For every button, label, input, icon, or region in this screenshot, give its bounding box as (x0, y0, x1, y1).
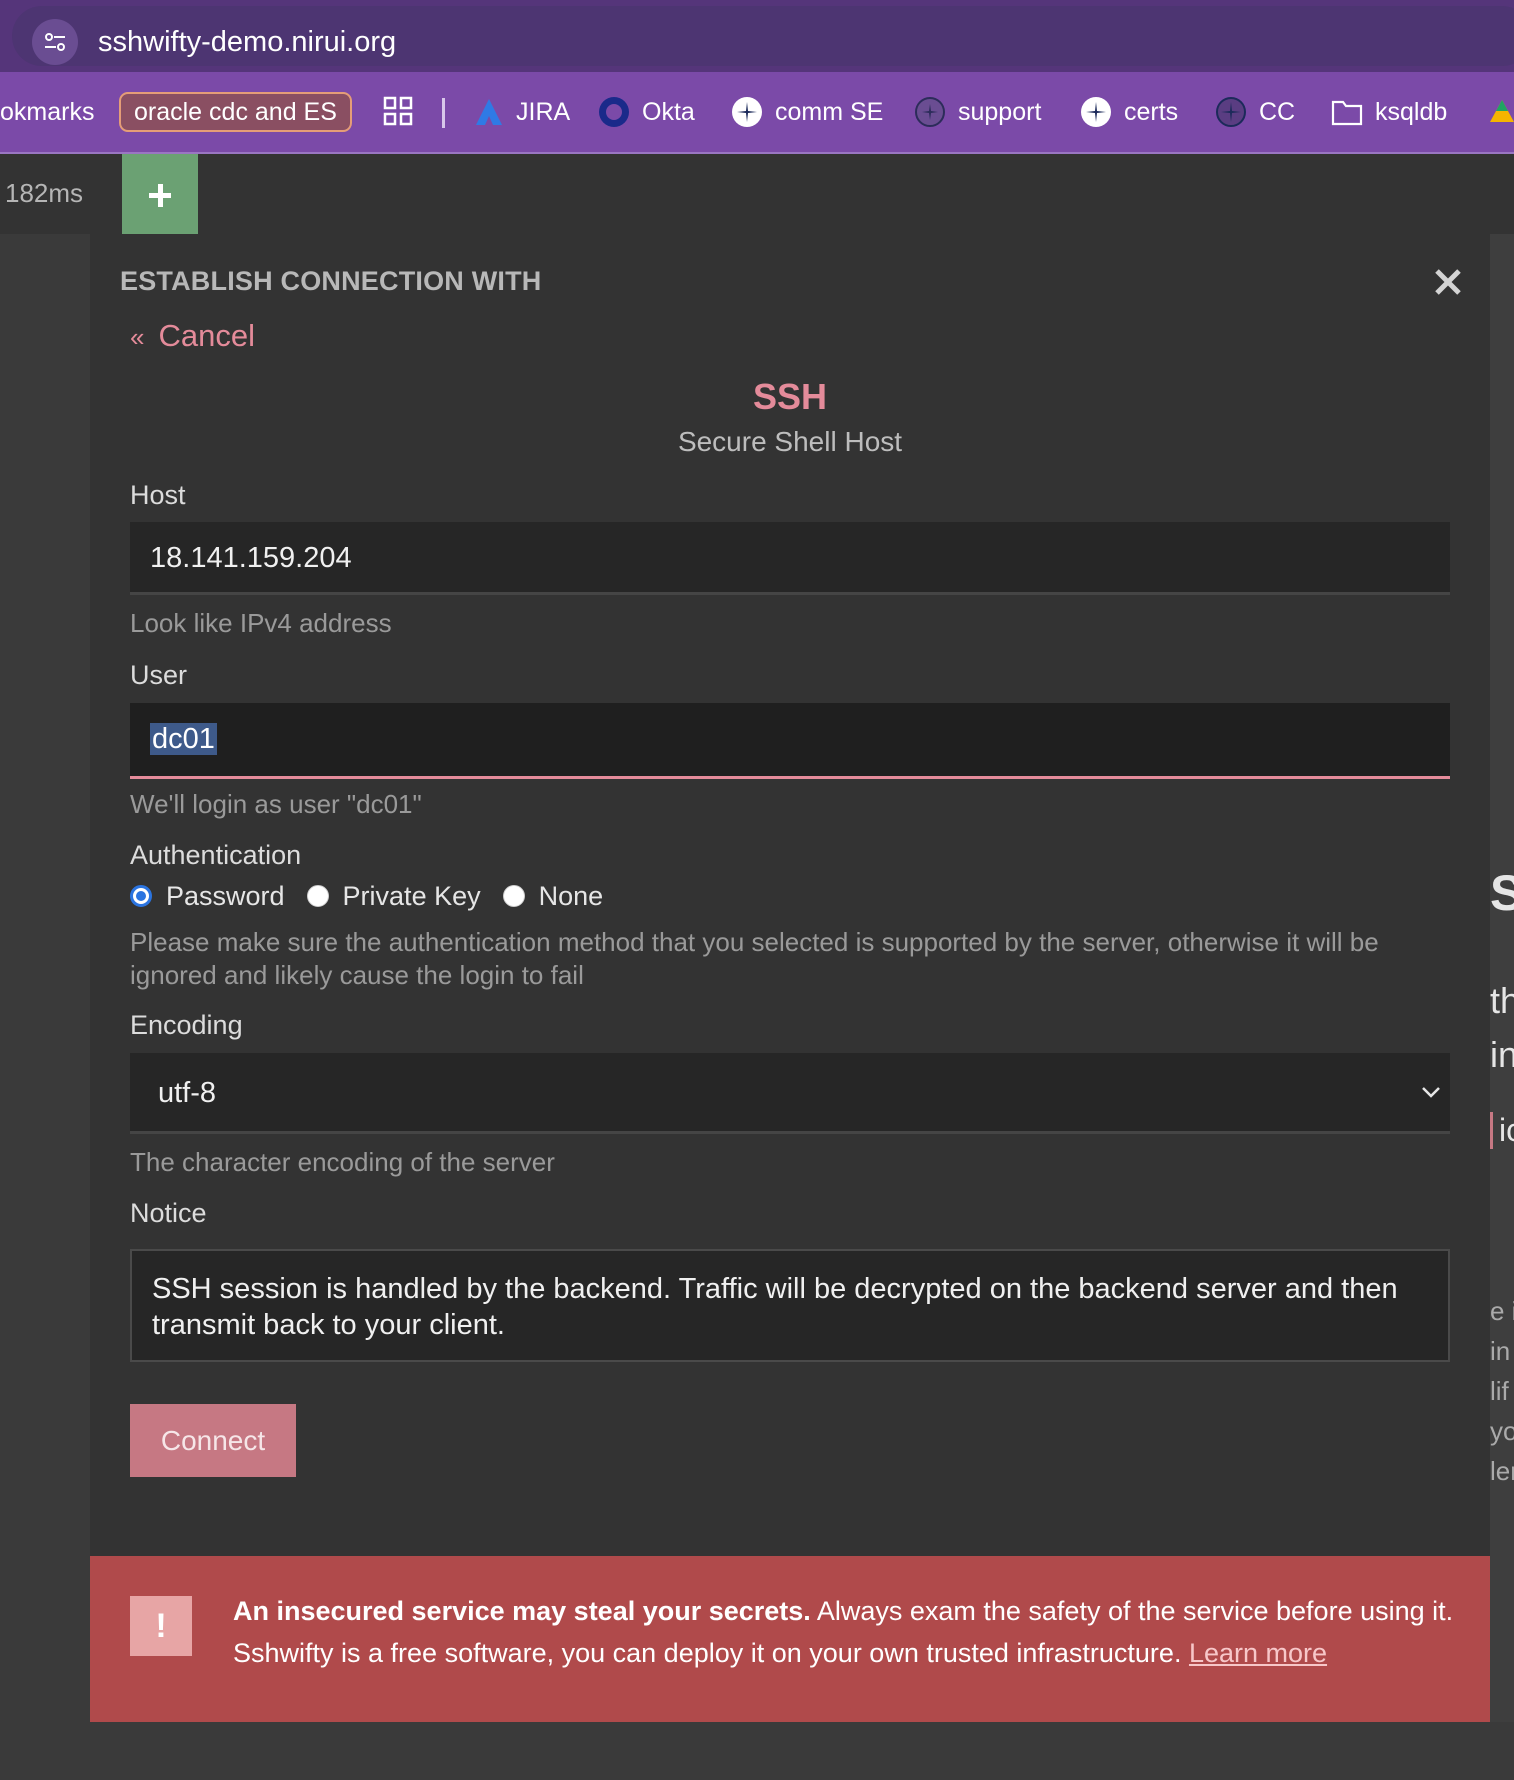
bookmark-support[interactable]: support (914, 72, 1041, 152)
latency-indicator: 182ms (5, 178, 84, 208)
warning-line-2: Sshwifty is a free software, you can dep… (233, 1638, 1327, 1669)
security-warning-banner: ! An insecured service may steal your se… (90, 1556, 1490, 1722)
bookmark-cc[interactable]: CC (1215, 72, 1295, 152)
bookmarks-bar: okmarks oracle cdc and ES JIRA Okta comm… (0, 72, 1514, 154)
bookmark-folder-oracle[interactable]: oracle cdc and ES (119, 92, 352, 132)
bookmark-label: support (958, 97, 1042, 126)
encoding-label: Encoding (130, 1010, 243, 1040)
encoding-hint: The character encoding of the server (130, 1147, 555, 1177)
warning-bold-text: An insecured service may steal your secr… (233, 1596, 811, 1626)
okta-icon (598, 96, 630, 128)
authentication-note: Please make sure the authentication meth… (130, 927, 1379, 990)
star-burst-icon (731, 96, 763, 128)
bookmark-label: okmarks (0, 97, 95, 126)
connect-button[interactable]: Connect (130, 1404, 296, 1477)
notice-label: Notice (130, 1198, 207, 1228)
bookmark-label: Okta (642, 97, 695, 126)
background-text-fragment: in (1490, 1034, 1514, 1075)
warning-icon: ! (130, 1596, 192, 1656)
background-text-fragment: S (1490, 865, 1514, 921)
background-text-fragment: yo (1490, 1416, 1514, 1446)
apps-grid-icon[interactable] (383, 96, 413, 131)
star-burst-icon (914, 96, 946, 128)
new-connection-button[interactable] (122, 154, 198, 234)
bookmark-jira[interactable]: JIRA (474, 72, 570, 152)
notice-text: SSH session is handled by the backend. T… (152, 1273, 1398, 1341)
background-text-fragment: ler (1490, 1456, 1514, 1486)
bookmark-label: oracle cdc and ES (134, 97, 337, 126)
dialog-form-lower: Please make sure the authentication meth… (90, 234, 1490, 1556)
bookmark-label: CC (1259, 97, 1296, 126)
background-text-fragment: in (1490, 1336, 1511, 1366)
warning-line-1: An insecured service may steal your secr… (233, 1596, 1453, 1627)
address-bar: sshwifty-demo.nirui.org (0, 0, 1514, 72)
bookmark-label: ksqldb (1375, 97, 1448, 126)
jira-icon (474, 97, 504, 127)
encoding-select[interactable]: utf-8 (130, 1053, 1450, 1134)
tab-strip (0, 154, 1514, 234)
star-burst-icon (1080, 96, 1112, 128)
background-text-fragment: ic (1490, 1112, 1514, 1149)
warning-text: Always exam the safety of the service be… (810, 1596, 1454, 1626)
notice-box: SSH session is handled by the backend. T… (130, 1249, 1450, 1362)
drive-icon[interactable] (1490, 98, 1514, 129)
star-burst-icon (1215, 96, 1247, 128)
url-text: sshwifty-demo.nirui.org (98, 26, 397, 58)
bookmark-okta[interactable]: Okta (598, 72, 695, 152)
chevron-down-icon (1420, 1081, 1442, 1108)
encoding-value: utf-8 (158, 1077, 217, 1109)
background-text-fragment: th (1490, 980, 1514, 1021)
bookmark-label: certs (1124, 97, 1179, 126)
bookmarks-separator (442, 98, 445, 128)
bookmark-certs[interactable]: certs (1080, 72, 1178, 152)
bookmark-label: JIRA (516, 97, 571, 126)
site-info-icon[interactable] (32, 19, 78, 65)
bookmark-ksqldb[interactable]: ksqldb (1331, 72, 1447, 152)
background-text-fragment: lif (1490, 1376, 1509, 1406)
url-field[interactable]: sshwifty-demo.nirui.org (12, 6, 1514, 66)
bookmark-bookmarks[interactable]: okmarks (0, 72, 94, 152)
page-bottom (0, 1722, 1514, 1780)
learn-more-link[interactable]: Learn more (1189, 1638, 1327, 1668)
bookmark-label: comm SE (775, 97, 884, 126)
background-text-fragment: e i (1490, 1296, 1514, 1326)
folder-icon (1331, 98, 1363, 126)
bookmark-comm-se[interactable]: comm SE (731, 72, 883, 152)
warning-text: Sshwifty is a free software, you can dep… (233, 1638, 1182, 1668)
